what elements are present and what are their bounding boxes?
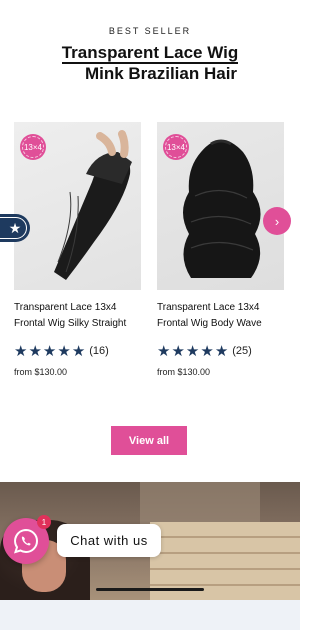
star-icon: ★ <box>157 342 171 360</box>
chat-with-us-button[interactable]: Chat with us <box>57 524 161 557</box>
view-all-button[interactable]: View all <box>111 426 187 455</box>
product-card-body-wave[interactable]: 13×4 Transparent Lace 13x4 Frontal Wig B… <box>157 122 284 377</box>
product-name[interactable]: Transparent Lace 13x4 Frontal Wig Silky … <box>14 300 141 332</box>
whatsapp-icon <box>13 528 38 554</box>
product-card-silky-straight[interactable]: 13×4 Transparent Lace 13x4 Frontal Wig S… <box>14 122 141 377</box>
unread-badge: 1 <box>37 515 51 529</box>
review-count: (25) <box>232 345 252 357</box>
star-icon: ★ <box>42 342 57 360</box>
product-image[interactable]: 13×4 <box>14 122 141 290</box>
star-icon: ★ <box>14 342 28 360</box>
section-title: Transparent Lace Wig Mink Brazilian Hair <box>0 42 300 84</box>
review-count: (16) <box>89 345 109 357</box>
carousel-next-button[interactable]: › <box>263 207 291 235</box>
section-kicker: BEST SELLER <box>108 26 192 36</box>
star-icon: ★ <box>57 342 71 360</box>
size-badge: 13×4 <box>163 134 189 160</box>
star-icon: ★ <box>71 342 86 360</box>
size-badge: 13×4 <box>20 134 46 160</box>
star-icon: ★ <box>8 219 22 236</box>
product-name[interactable]: Transparent Lace 13x4 Frontal Wig Body W… <box>157 300 284 332</box>
star-icon: ★ <box>200 342 214 360</box>
star-icon: ★ <box>28 342 42 360</box>
product-price: from $130.00 <box>14 367 68 377</box>
title-line-2: Mink Brazilian Hair <box>84 64 238 83</box>
star-icon: ★ <box>214 342 229 360</box>
chevron-right-icon: › <box>274 213 280 229</box>
star-rating: ★ ★ ★ ★ ★ <box>14 344 85 359</box>
title-line-1: Transparent Lace Wig <box>61 43 239 64</box>
product-image[interactable]: 13×4 <box>157 122 284 290</box>
footer-strip <box>0 600 300 630</box>
star-rating: ★ ★ ★ ★ ★ <box>157 344 228 359</box>
product-rating: ★ ★ ★ ★ ★ (25) <box>157 343 284 359</box>
home-indicator <box>96 588 204 591</box>
star-icon: ★ <box>171 342 185 360</box>
carousel-prev-button[interactable]: ★ <box>0 214 30 242</box>
product-price: from $130.00 <box>157 367 211 377</box>
product-rating: ★ ★ ★ ★ ★ (16) <box>14 343 141 359</box>
star-icon: ★ <box>185 342 200 360</box>
